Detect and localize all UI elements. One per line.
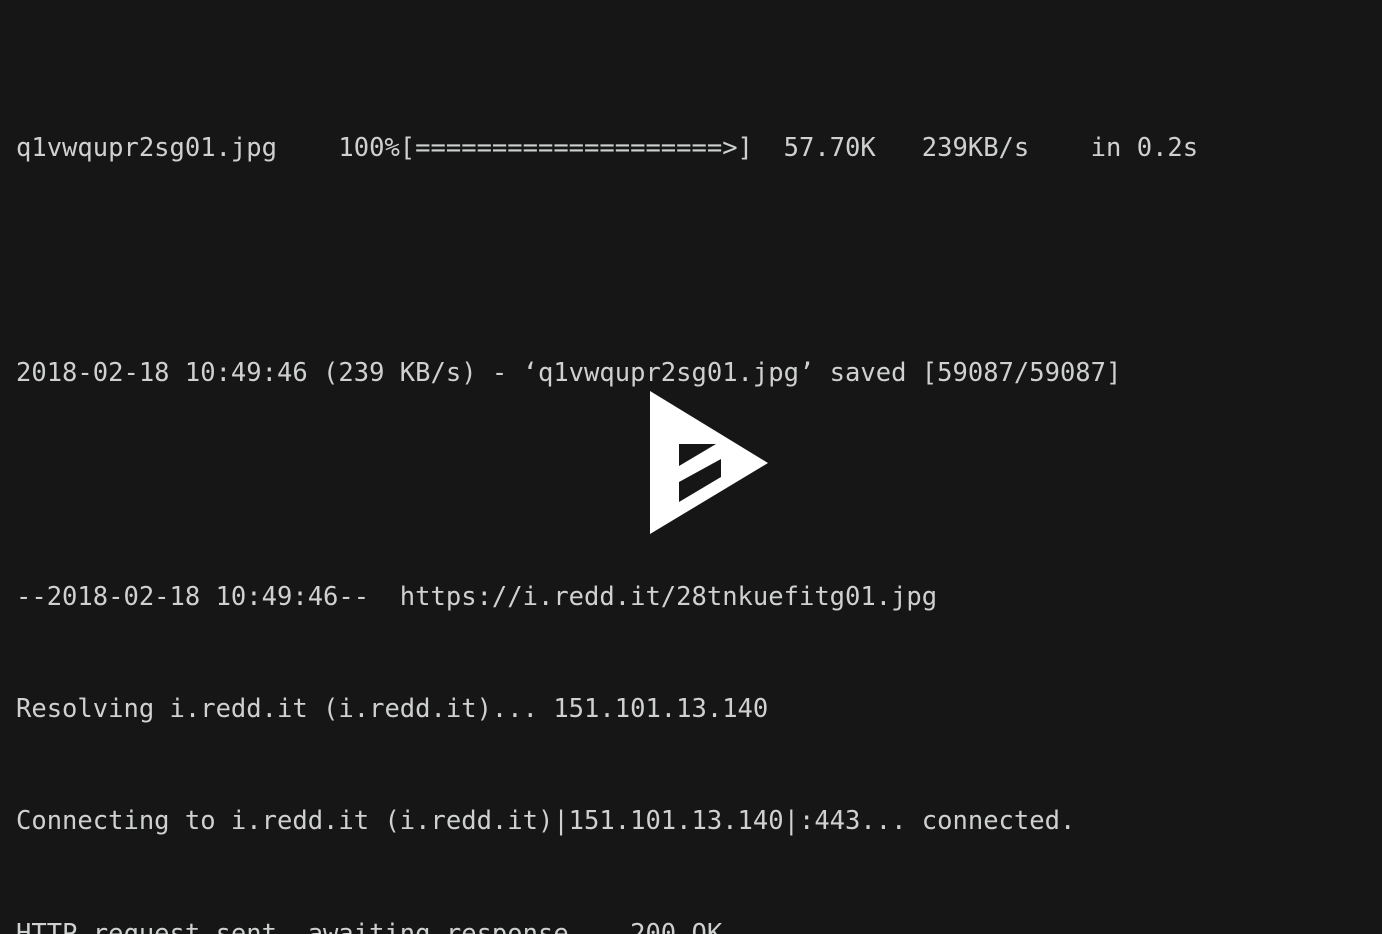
terminal-line: Connecting to i.redd.it (i.redd.it)|151.… [16,806,1076,837]
play-button[interactable] [646,389,772,536]
terminal-line: 2018-02-18 10:49:46 (239 KB/s) - ‘q1vwqu… [16,357,1122,388]
play-icon [650,391,768,534]
terminal-line: Resolving i.redd.it (i.redd.it)... 151.1… [16,694,769,725]
terminal-line: q1vwqupr2sg01.jpg 100%[=================… [16,133,1199,164]
terminal-line: --2018-02-18 10:49:46-- https://i.redd.i… [16,582,938,613]
terminal-screen: q1vwqupr2sg01.jpg 100%[=================… [0,0,1382,934]
terminal-line: HTTP request sent, awaiting response... … [16,918,723,934]
